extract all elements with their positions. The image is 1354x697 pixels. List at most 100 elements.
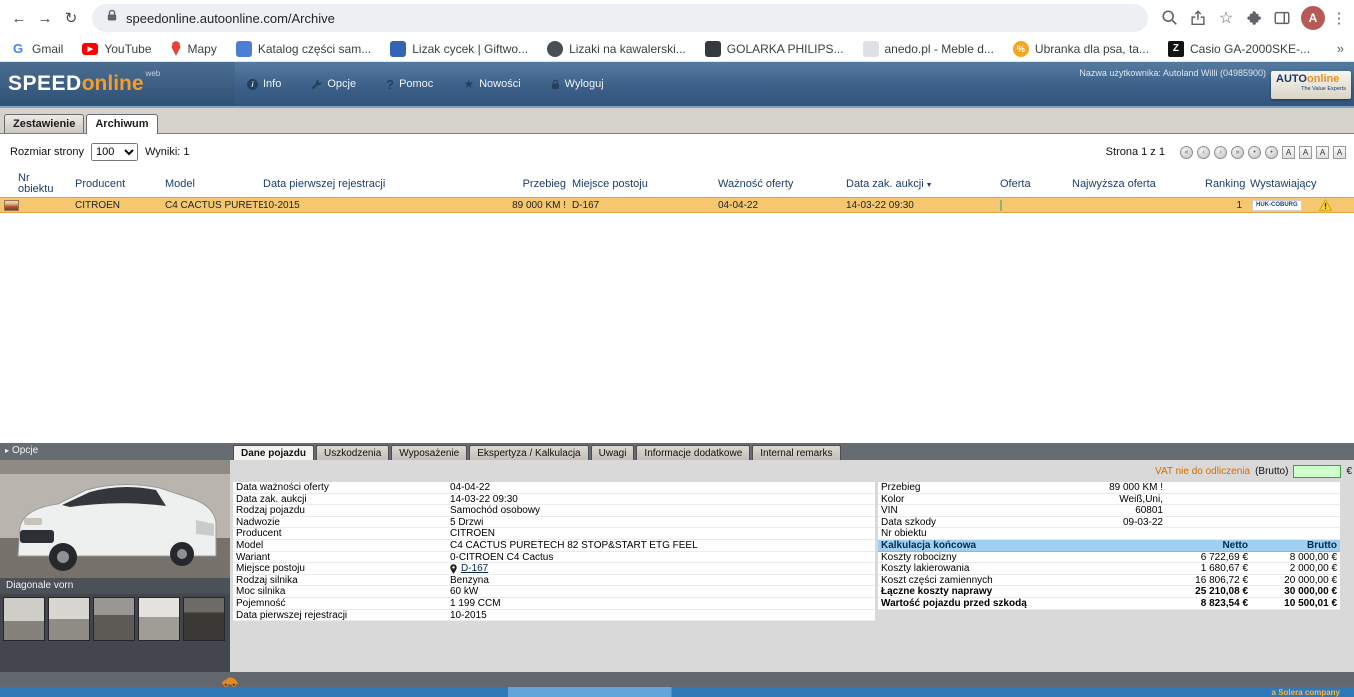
vat-input[interactable] — [1293, 465, 1341, 478]
miejsce-postoju-link[interactable]: D-167 — [450, 563, 488, 574]
text-size-button-3[interactable]: A — [1316, 146, 1329, 159]
bookmark-item[interactable]: ZCasio GA-2000SKE-... — [1168, 41, 1310, 57]
vehicle-photo[interactable] — [0, 460, 230, 578]
page-next-button[interactable]: › — [1214, 146, 1227, 159]
bookmark-item[interactable]: ▶YouTube — [82, 42, 151, 56]
photo-thumbnail-2[interactable] — [48, 597, 90, 641]
field-label: Nr obiektu — [878, 528, 1038, 539]
detail-tab-dane-pojazdu[interactable]: Dane pojazdu — [233, 445, 314, 460]
search-icon[interactable] — [1156, 5, 1184, 31]
column-header[interactable]: Miejsce postoju — [568, 178, 718, 190]
menu-item-nowości[interactable]: ★Nowości — [463, 77, 520, 92]
column-header[interactable]: Oferta — [1000, 178, 1072, 190]
menu-item-label: Wyloguj — [565, 78, 604, 90]
vehicle-data-row: Moc silnika60 kW — [233, 586, 875, 598]
tab-archiwum[interactable]: Archiwum — [86, 114, 157, 134]
menu-item-pomoc[interactable]: ?Pomoc — [386, 77, 433, 92]
page-extra-button-2[interactable]: • — [1265, 146, 1278, 159]
speedonline-logo: SPEEDonlineweb — [0, 62, 235, 106]
column-header[interactable]: Data pierwszej rejestracji — [263, 178, 468, 190]
photo-thumbnail-1[interactable] — [3, 597, 45, 641]
detail-tab-ekspertyza-kalkulacja[interactable]: Ekspertyza / Kalkulacja — [469, 445, 588, 460]
tab-zestawienie[interactable]: Zestawienie — [4, 114, 84, 133]
share-icon[interactable] — [1184, 5, 1212, 31]
back-icon[interactable]: ← — [6, 5, 32, 31]
photo-thumbnail-3[interactable] — [93, 597, 135, 641]
car-icon — [221, 674, 238, 692]
vat-row: VAT nie do odliczenia (Brutto) € — [233, 460, 1354, 482]
photo-thumbnail-5[interactable] — [183, 597, 225, 641]
page-last-button[interactable]: » — [1231, 146, 1244, 159]
browser-menu-icon[interactable]: ⋮ — [1330, 9, 1348, 27]
page-size-select[interactable]: 100 — [91, 143, 138, 161]
autoonline-brand-logo[interactable]: AUTOonline The Value Experts — [1271, 71, 1351, 99]
text-size-button-4[interactable]: A — [1333, 146, 1346, 159]
bookmarks-overflow-chevron[interactable]: » — [1337, 41, 1344, 56]
bookmark-item[interactable]: Katalog części sam... — [236, 41, 371, 57]
address-bar[interactable]: speedonline.autoonline.com/Archive — [92, 4, 1148, 32]
column-header[interactable]: Ważność oferty — [718, 178, 846, 190]
bookmark-item[interactable]: GOLARKA PHILIPS... — [705, 41, 844, 57]
profile-avatar[interactable]: A — [1301, 6, 1325, 30]
reload-icon[interactable]: ↻ — [58, 5, 84, 31]
forward-icon[interactable]: → — [32, 5, 58, 31]
text-size-button-1[interactable]: A — [1282, 146, 1295, 159]
column-header[interactable]: Ranking — [1205, 178, 1250, 190]
brand-auto-text: AUTO — [1276, 73, 1307, 85]
zed-favicon-icon: Z — [1168, 41, 1184, 57]
detail-tab-informacje-dodatkowe[interactable]: Informacje dodatkowe — [636, 445, 750, 460]
vehicle-data-row: Nadwozie5 Drzwi — [233, 517, 875, 529]
field-value — [1038, 528, 1163, 539]
detail-tab-wyposa-enie[interactable]: Wyposażenie — [391, 445, 467, 460]
vehicle-info-rows: Przebieg89 000 KM !KolorWeiß,Uni,VIN6080… — [878, 482, 1340, 540]
toolbar: Rozmiar strony 100 Wyniki: 1 Strona 1 z … — [0, 134, 1354, 161]
miejsce-value: D-167 — [572, 200, 599, 211]
menu-item-opcje[interactable]: Opcje — [311, 77, 356, 92]
bookmark-item[interactable]: %Ubranka dla psa, ta... — [1013, 41, 1149, 57]
site-lock-icon[interactable] — [106, 9, 118, 27]
page-extra-button-1[interactable]: • — [1248, 146, 1261, 159]
photo-thumbnail-4[interactable] — [138, 597, 180, 641]
info-icon: i — [247, 79, 258, 90]
logo-speed-text: SPEED — [8, 72, 82, 96]
extensions-puzzle-icon[interactable] — [1240, 5, 1268, 31]
detail-tab-uszkodzenia[interactable]: Uszkodzenia — [316, 445, 389, 460]
star-icon: ★ — [463, 77, 474, 91]
column-header[interactable]: Producent — [75, 178, 165, 190]
column-header[interactable]: Najwyższa oferta — [1072, 178, 1205, 190]
options-toggle[interactable]: ▸Opcje — [5, 445, 38, 456]
vehicle-data-row: ProducentCITROEN — [233, 528, 875, 540]
field-value: C4 CACTUS PURETECH 82 STOP&START ETG FEE… — [450, 540, 875, 551]
page-first-button[interactable]: « — [1180, 146, 1193, 159]
vehicle-data-row: ModelC4 CACTUS PURETECH 82 STOP&START ET… — [233, 540, 875, 552]
bookmark-item[interactable]: Mapy — [171, 41, 217, 56]
bookmark-item[interactable]: anedo.pl - Meble d... — [863, 41, 994, 57]
vehicle-data-row: Data pierwszej rejestracji10-2015 — [233, 610, 875, 622]
menu-item-info[interactable]: iInfo — [247, 77, 281, 92]
detail-tab-internal-remarks[interactable]: Internal remarks — [752, 445, 840, 460]
page-prev-button[interactable]: ‹ — [1197, 146, 1210, 159]
column-header[interactable]: Nr obiektu — [0, 173, 75, 195]
browser-toolbar: ← → ↻ speedonline.autoonline.com/Archive… — [0, 0, 1354, 36]
side-panel-icon[interactable] — [1268, 5, 1296, 31]
column-header[interactable]: Model — [165, 178, 263, 190]
field-value: 60801 — [1038, 505, 1163, 516]
menu-item-wyloguj[interactable]: Wyloguj — [551, 77, 604, 92]
page-size-label: Rozmiar strony — [10, 146, 84, 158]
offer-input-box[interactable] — [1000, 200, 1002, 211]
spacer — [1163, 482, 1340, 493]
menu-item-label: Pomoc — [399, 78, 433, 90]
bookmark-item[interactable]: Lizaki na kawalerski... — [547, 41, 686, 57]
main-tab-strip: ZestawienieArchiwum — [0, 108, 1354, 134]
text-size-button-2[interactable]: A — [1299, 146, 1312, 159]
column-header[interactable]: Przebieg — [468, 178, 568, 190]
bookmark-item[interactable]: GGmail — [10, 41, 63, 57]
column-header[interactable]: Data zak. aukcji▼ — [846, 178, 1000, 190]
field-label: Data ważności oferty — [233, 482, 450, 493]
bookmark-item[interactable]: Lizak cycek | Giftwo... — [390, 41, 528, 57]
column-header[interactable]: Wystawiający — [1250, 178, 1354, 190]
result-row[interactable]: CITROENC4 CACTUS PURETE...10-201589 000 … — [0, 197, 1354, 213]
warning-icon[interactable] — [1319, 199, 1332, 211]
detail-tab-uwagi[interactable]: Uwagi — [591, 445, 635, 460]
bookmark-star-icon[interactable]: ☆ — [1212, 5, 1240, 31]
